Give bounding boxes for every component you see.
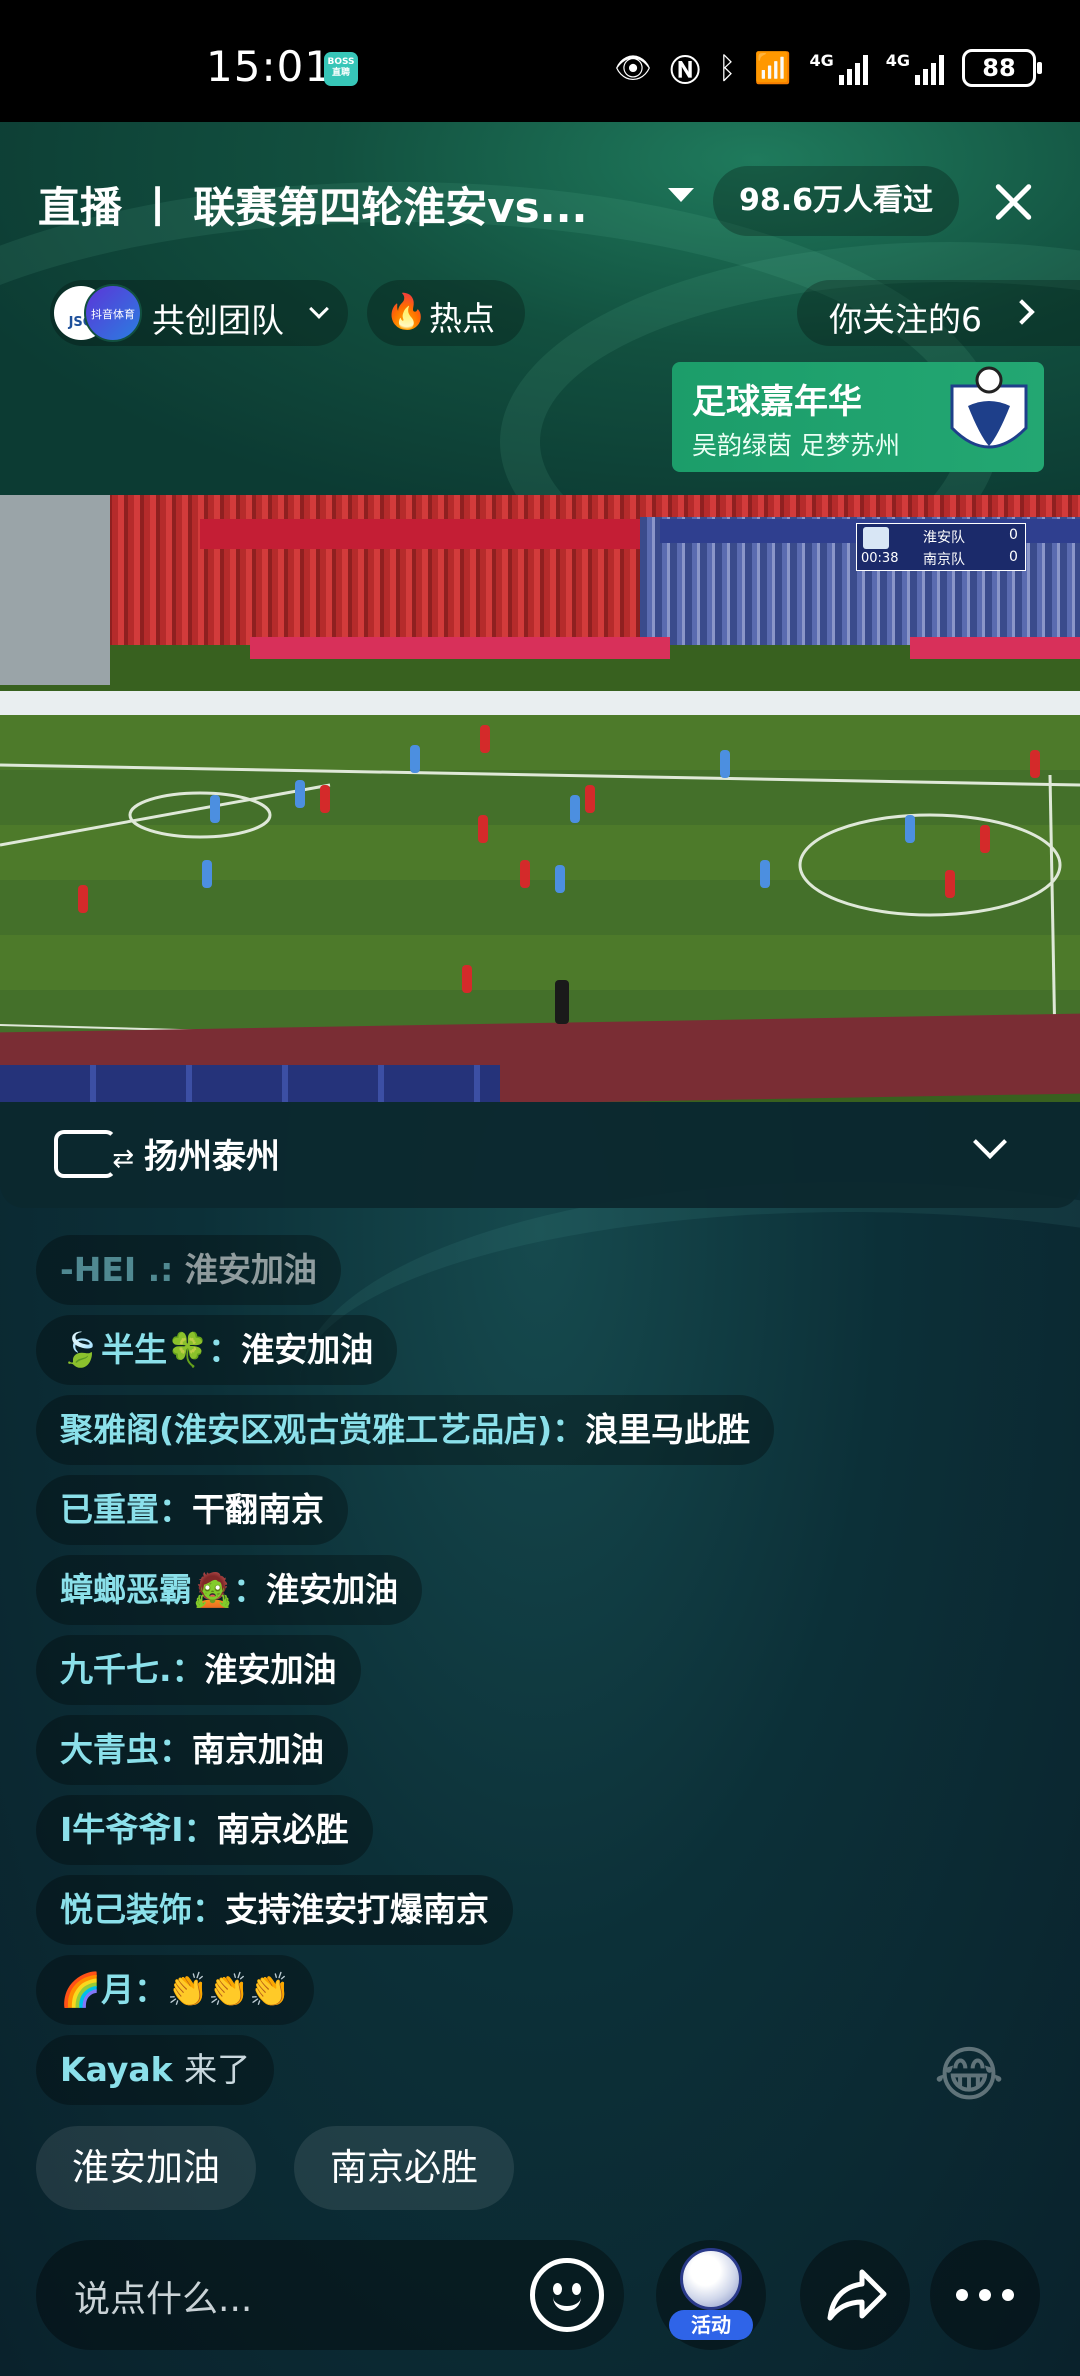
comment-placeholder: 说点什么... <box>74 2279 253 2320</box>
bottom-bar: 说点什么... 活动 <box>0 2240 1080 2376</box>
match-clock: 00:38 <box>861 551 899 566</box>
chat-message[interactable]: -HEI .: 淮安加油 <box>36 1235 341 1305</box>
chat-text: 南京加油 <box>192 1730 324 1769</box>
chat-username: -HEI .: <box>60 1250 185 1289</box>
status-bar: 15:01 BOSS直聘 👁 Ⓝ ᛒ 📶 4G 4G 88 <box>0 0 1080 122</box>
away-team: 南京队 <box>923 552 965 568</box>
viewer-count[interactable]: 98.6万人看过 <box>713 166 960 236</box>
chat-message[interactable]: 九千七.：淮安加油 <box>36 1635 361 1705</box>
football-icon <box>680 2248 742 2310</box>
live-video-player[interactable]: 00:38 淮安队 南京队 0 0 <box>0 495 1080 1102</box>
following-button[interactable]: 你关注的6 <box>797 280 1080 346</box>
chat-username: I牛爷爷I： <box>60 1810 217 1849</box>
chat-username: 大青虫： <box>60 1730 192 1769</box>
switch-screen-icon <box>54 1130 134 1178</box>
chat-username: 🌈月： <box>60 1970 168 2009</box>
pitch-lines <box>0 763 1080 1045</box>
event-banner[interactable]: 足球嘉年华 吴韵绿茵 足梦苏州 <box>672 362 1044 472</box>
room-label: 扬州泰州 <box>144 1137 280 1177</box>
chat-text: 浪里马此胜 <box>585 1410 751 1449</box>
banner-subtitle: 吴韵绿茵 足梦苏州 <box>692 431 900 460</box>
home-score: 0 <box>1009 527 1018 543</box>
chat-message[interactable]: 悦己装饰：支持淮安打爆南京 <box>36 1875 513 1945</box>
chat-message[interactable]: 已重置：干翻南京 <box>36 1475 348 1545</box>
avatar: 抖音体育 <box>84 284 142 342</box>
caret-down-icon[interactable] <box>668 188 694 202</box>
chat-message[interactable]: 聚雅阁(淮安区观古赏雅工艺品店)：浪里马此胜 <box>36 1395 775 1465</box>
chat-text: 淮安加油 <box>204 1650 337 1689</box>
chat-username: Kayak <box>60 2050 173 2089</box>
chat-text: 支持淮安打爆南京 <box>225 1890 489 1929</box>
laugh-emoji-icon: 😂 <box>934 2040 1005 2110</box>
eye-icon: 👁 <box>614 50 653 86</box>
chat-text: 淮安加油 <box>184 1250 317 1289</box>
away-score: 0 <box>1009 549 1018 565</box>
chat-text: 干翻南京 <box>192 1490 324 1529</box>
hot-label: 热点 <box>429 299 495 338</box>
live-title[interactable]: 直播 丨 联赛第四轮淮安vs... <box>38 174 658 235</box>
team-label: 共创团队 <box>152 301 284 340</box>
chat-username: 已重置： <box>60 1490 192 1529</box>
smile-icon[interactable] <box>530 2258 604 2332</box>
chat-message[interactable]: I牛爷爷I：南京必胜 <box>36 1795 373 1865</box>
nfc-icon: Ⓝ <box>670 54 701 89</box>
quick-reply-button[interactable]: 淮安加油 <box>36 2126 256 2210</box>
league-logo-icon <box>863 527 889 549</box>
bluetooth-icon: ᛒ <box>718 50 737 86</box>
chat-message[interactable]: 蟑螂恶霸🧟：淮安加油 <box>36 1555 423 1625</box>
chat-username: 九千七.： <box>60 1650 205 1689</box>
join-notice[interactable]: Kayak 来了 <box>36 2035 275 2105</box>
quick-reply-button[interactable]: 南京必胜 <box>294 2126 514 2210</box>
wifi-icon: 📶 <box>754 50 792 86</box>
chat-username: 🍃半生🍀： <box>60 1330 242 1369</box>
home-team: 淮安队 <box>923 530 965 546</box>
chat-message[interactable]: 大青虫：南京加油 <box>36 1715 348 1785</box>
chat-message[interactable]: 🍃半生🍀：淮安加油 <box>36 1315 398 1385</box>
close-icon[interactable] <box>985 174 1041 230</box>
activity-label: 活动 <box>669 2310 753 2340</box>
signal-icon: 4G <box>809 51 868 85</box>
live-header: 直播 丨 联赛第四轮淮安vs... 98.6万人看过 JSG 抖音体育 共创团队… <box>0 122 1080 495</box>
chat-username: 聚雅阁(淮安区观古赏雅工艺品店)： <box>60 1410 586 1449</box>
league-logo-icon <box>950 366 1028 449</box>
banner-title: 足球嘉年华 <box>692 382 862 422</box>
chat-username: 蟑螂恶霸🧟： <box>60 1570 267 1609</box>
chat-message[interactable]: 🌈月：👏👏👏 <box>36 1955 315 2025</box>
status-icons: 👁 Ⓝ ᛒ 📶 4G 4G 88 <box>614 46 1042 90</box>
chevron-right-icon <box>1009 299 1035 325</box>
join-text: 来了 <box>184 2050 251 2089</box>
chat-text: 淮安加油 <box>266 1570 399 1609</box>
activity-button[interactable]: 活动 <box>656 2240 766 2350</box>
chevron-down-icon[interactable] <box>973 1125 1007 1159</box>
chat-text: 南京必胜 <box>216 1810 349 1849</box>
scoreboard: 00:38 淮安队 南京队 0 0 <box>856 523 1026 571</box>
room-switcher[interactable]: 扬州泰州 <box>0 1102 1080 1208</box>
following-label: 你关注的6 <box>829 300 982 339</box>
battery-icon: 88 <box>962 49 1042 87</box>
boss-app-icon: BOSS直聘 <box>324 52 358 86</box>
hot-button[interactable]: 🔥 热点 <box>367 280 525 346</box>
chat-text: 淮安加油 <box>241 1330 374 1369</box>
share-button[interactable] <box>800 2240 910 2350</box>
more-button[interactable] <box>930 2240 1040 2350</box>
chat-username: 悦己装饰： <box>60 1890 225 1929</box>
chat-text: 👏👏👏 <box>167 1970 291 2009</box>
share-icon <box>827 2269 887 2321</box>
flame-icon: 🔥 <box>385 292 428 332</box>
status-time: 15:01 <box>206 42 333 91</box>
chevron-down-icon <box>309 299 329 319</box>
signal-icon-2: 4G <box>886 51 944 85</box>
team-selector[interactable]: JSG 抖音体育 共创团队 <box>50 280 348 346</box>
